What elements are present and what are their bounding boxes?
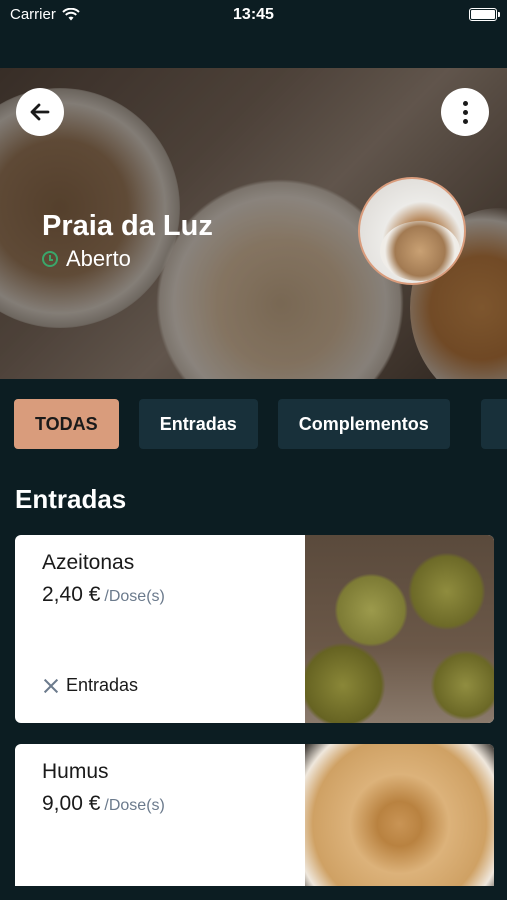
restaurant-logo	[358, 177, 466, 285]
item-category: Entradas	[42, 675, 138, 696]
item-photo	[305, 744, 494, 900]
arrow-left-icon	[30, 103, 50, 121]
menu-item-card[interactable]: Azeitonas 2,40 € /Dose(s) Entradas	[15, 535, 494, 723]
more-vertical-icon	[462, 100, 468, 124]
hero-banner: Praia da Luz Aberto	[0, 68, 507, 379]
item-price: 9,00 €	[42, 792, 101, 815]
more-options-button[interactable]	[441, 88, 489, 136]
section-title: Entradas	[15, 484, 127, 514]
item-name: Azeitonas	[42, 551, 135, 574]
menu-item-card[interactable]: Humus 9,00 € /Dose(s)	[15, 744, 494, 900]
item-photo	[305, 535, 494, 723]
open-status-label: Aberto	[66, 246, 131, 271]
status-time: 13:45	[233, 6, 274, 23]
cutlery-icon	[42, 677, 60, 695]
item-price: 2,40 €	[42, 583, 101, 606]
item-unit: /Dose(s)	[104, 588, 165, 605]
item-unit: /Dose(s)	[104, 797, 165, 814]
category-tabs: TODAS Entradas Complementos	[14, 399, 450, 449]
restaurant-name: Praia da Luz	[42, 210, 213, 242]
open-status: Aberto	[42, 246, 131, 272]
tab-entradas[interactable]: Entradas	[138, 399, 258, 449]
status-bar: Carrier 13:45	[0, 0, 507, 68]
tab-more-peek[interactable]	[481, 399, 507, 449]
item-price-row: 9,00 € /Dose(s)	[42, 792, 165, 816]
back-button[interactable]	[16, 88, 64, 136]
item-price-row: 2,40 € /Dose(s)	[42, 583, 165, 607]
item-category-label: Entradas	[66, 675, 139, 695]
clock-icon	[42, 251, 58, 267]
bottom-edge	[0, 886, 507, 900]
tab-complementos[interactable]: Complementos	[277, 399, 450, 449]
item-name: Humus	[42, 760, 109, 783]
tab-todas[interactable]: TODAS	[14, 399, 119, 449]
battery-icon	[469, 8, 500, 21]
